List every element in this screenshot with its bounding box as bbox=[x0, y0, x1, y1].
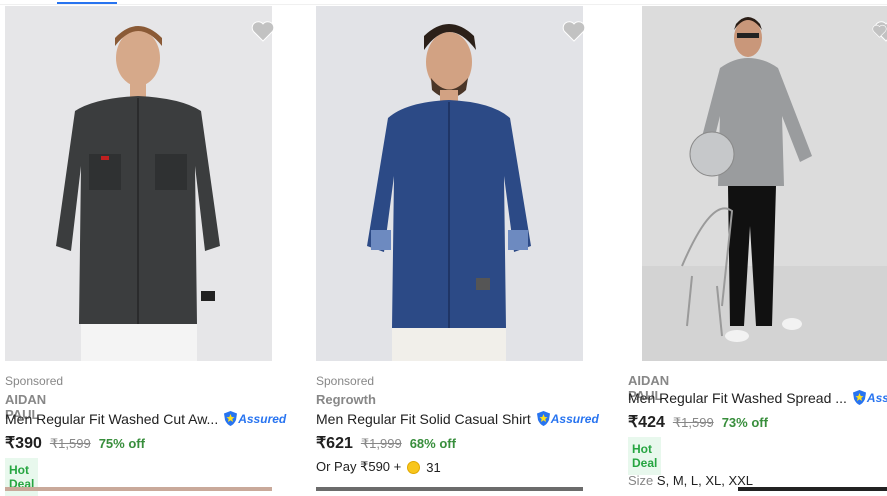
original-price: ₹1,999 bbox=[360, 436, 402, 451]
supercoin-offer: Or Pay ₹590 + 31 bbox=[316, 459, 441, 475]
sponsored-label: Sponsored bbox=[316, 374, 375, 388]
coin-count: 31 bbox=[426, 459, 441, 475]
original-price: ₹1,599 bbox=[672, 415, 714, 430]
next-row-image-edge bbox=[316, 487, 583, 491]
assured-shield-icon bbox=[852, 390, 866, 405]
model-photo bbox=[5, 6, 272, 361]
selling-price: ₹621 bbox=[316, 435, 353, 452]
selling-price: ₹424 bbox=[628, 414, 665, 431]
sizes-list: S, M, L, XL, XXL bbox=[656, 473, 754, 488]
or-pay-text: Or Pay ₹590 + bbox=[316, 459, 402, 474]
brand-name: Regrowth bbox=[316, 392, 376, 407]
selling-price: ₹390 bbox=[5, 435, 42, 452]
hot-deal-badge: Hot Deal bbox=[628, 437, 662, 475]
product-image[interactable] bbox=[316, 6, 583, 361]
sizes-label: Size bbox=[628, 473, 654, 488]
discount-percent: 73% off bbox=[721, 415, 768, 430]
price-row: ₹424 ₹1,599 73% off bbox=[628, 412, 768, 432]
wishlist-heart-icon-next-card[interactable] bbox=[872, 17, 887, 45]
product-image[interactable] bbox=[5, 6, 272, 361]
product-title-text: Men Regular Fit Washed Cut Aw... bbox=[5, 410, 219, 427]
next-row-image-edge bbox=[5, 487, 272, 491]
wishlist-heart-icon[interactable] bbox=[560, 17, 588, 45]
assured-shield-icon bbox=[536, 411, 550, 426]
model-photo bbox=[642, 6, 887, 361]
assured-shield-icon bbox=[224, 411, 238, 426]
price-row: ₹390 ₹1,599 75% off bbox=[5, 433, 145, 453]
top-divider bbox=[0, 4, 887, 5]
product-image[interactable] bbox=[642, 6, 887, 361]
wishlist-heart-icon[interactable] bbox=[249, 17, 277, 45]
product-title-text: Men Regular Fit Solid Casual Shirt bbox=[316, 410, 531, 427]
assured-badge: Assured bbox=[536, 410, 599, 427]
active-tab-indicator bbox=[57, 2, 117, 4]
model-photo bbox=[316, 6, 583, 361]
assured-badge: Assured bbox=[223, 410, 286, 427]
available-sizes: Size S, M, L, XL, XXL bbox=[628, 473, 753, 488]
supercoin-icon bbox=[407, 460, 421, 474]
product-title-text: Men Regular Fit Washed Spread ... bbox=[628, 389, 847, 406]
product-title[interactable]: Men Regular Fit Washed Spread ... Assure… bbox=[628, 389, 887, 406]
product-title[interactable]: Men Regular Fit Solid Casual Shirt Assur… bbox=[316, 410, 599, 427]
price-row: ₹621 ₹1,999 68% off bbox=[316, 433, 456, 453]
discount-percent: 68% off bbox=[409, 436, 456, 451]
discount-percent: 75% off bbox=[98, 436, 145, 451]
assured-badge: Assured bbox=[852, 389, 887, 406]
sponsored-label: Sponsored bbox=[5, 374, 64, 388]
original-price: ₹1,599 bbox=[49, 436, 91, 451]
product-title[interactable]: Men Regular Fit Washed Cut Aw... Assured bbox=[5, 410, 286, 427]
next-row-image-edge bbox=[738, 487, 887, 491]
